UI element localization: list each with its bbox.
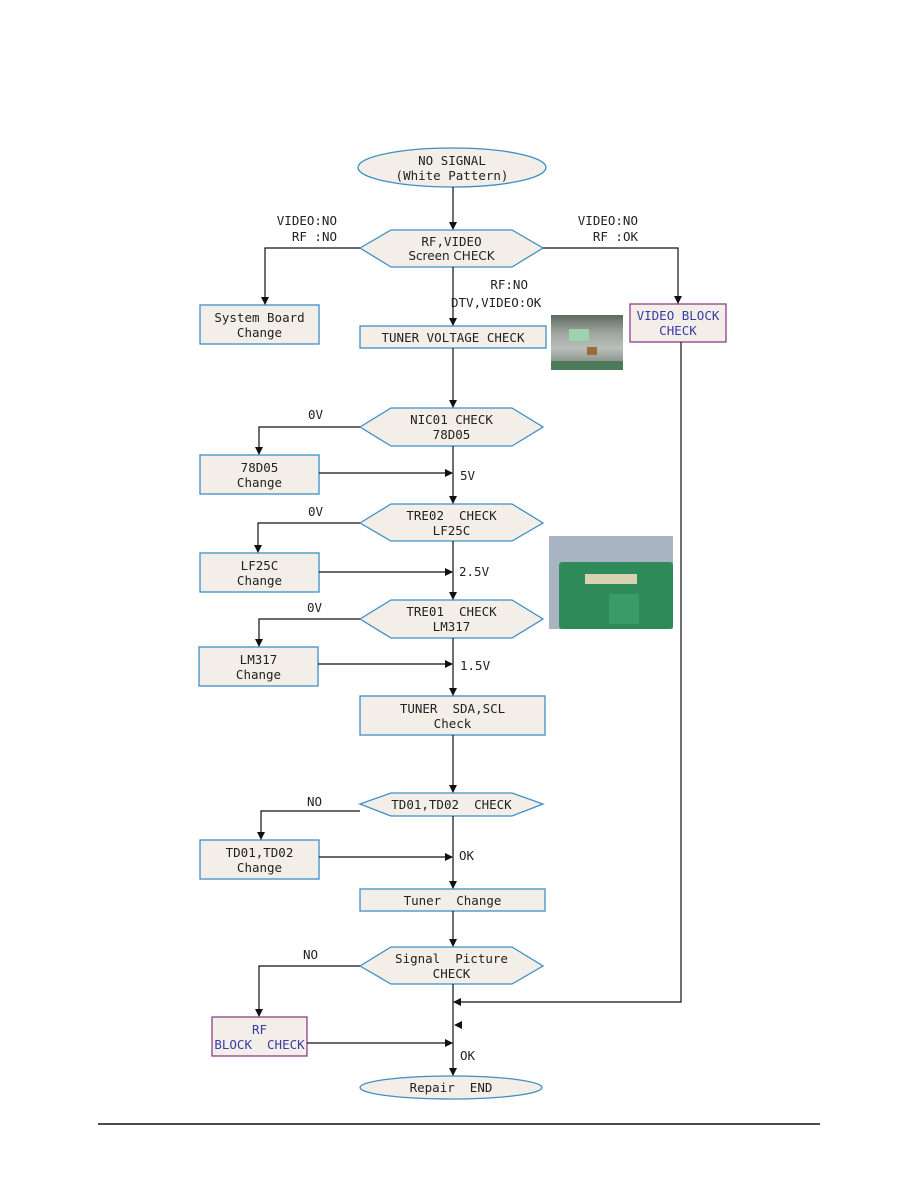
- tre02-line-2: LF25C: [432, 522, 471, 538]
- 78d05-change: 78D05 Change: [200, 455, 319, 494]
- tuner-sda-check: TUNER SDA,SCL Check: [360, 696, 545, 735]
- rf-block-line-1: RF: [251, 1021, 268, 1037]
- video-block-line-1: VIDEO BLOCK: [636, 308, 720, 323]
- label-signal-no: NO: [303, 947, 319, 962]
- td-change: TD01,TD02 Change: [200, 840, 319, 879]
- rf-block-line-2: BLOCK CHECK: [214, 1036, 305, 1052]
- label-down-dtv-ok: DTV,VIDEO:OK: [451, 295, 542, 310]
- label-tre02-0v: 0V: [308, 504, 324, 519]
- video-block-line-2: CHECK: [659, 323, 697, 338]
- start-line-2: (White Pattern): [395, 167, 509, 183]
- tre01-line-2: LM317: [432, 619, 471, 634]
- tre02-decision: TRE02 CHECK LF25C: [360, 504, 543, 541]
- label-tre01-0v: 0V: [307, 600, 323, 615]
- td-check-text: TD01,TD02 CHECK: [391, 797, 512, 812]
- td-change-line-2: Change: [236, 859, 283, 875]
- circuit-board-photo: [549, 536, 673, 629]
- edge-tre02-0v: [254, 522, 360, 553]
- rf-block-check: RF BLOCK CHECK: [212, 1017, 307, 1056]
- tre02-line-1: TRE02 CHECK: [406, 507, 497, 523]
- tuner-change: Tuner Change: [360, 889, 545, 911]
- tuner-voltage-check: TUNER VOLTAGE CHECK: [360, 326, 546, 348]
- lm317-line-1: LM317: [239, 651, 278, 667]
- screen-check-decision: RF,VIDEO Screen CHECK: [360, 230, 543, 267]
- edge-td-no: [257, 810, 360, 840]
- signal-picture-line-1: Signal Picture: [395, 950, 508, 966]
- label-down-rf-no: RF:NO: [490, 277, 528, 292]
- edge-screen-to-video-block: [543, 247, 682, 304]
- 78d05-line-1: 78D05: [240, 459, 279, 475]
- nic01-decision: NIC01 CHECK 78D05: [360, 408, 543, 446]
- tuner-sda-line-1: TUNER SDA,SCL: [399, 700, 506, 716]
- lm317-change: LM317 Change: [199, 647, 318, 686]
- start-line-1: NO SIGNAL: [418, 152, 486, 168]
- lf25c-change: LF25C Change: [200, 553, 319, 592]
- lm317-line-2: Change: [235, 666, 282, 682]
- start-terminal: NO SIGNAL (White Pattern): [358, 148, 546, 187]
- td-check-decision: TD01,TD02 CHECK: [360, 793, 543, 816]
- 78d05-line-2: Change: [236, 474, 283, 490]
- label-right-video-no: VIDEO:NO: [577, 213, 638, 228]
- edge-screen-to-system-board: [261, 247, 360, 305]
- label-td-ok: OK: [459, 848, 475, 863]
- label-right-rf-ok: RF :OK: [592, 229, 638, 244]
- td-change-line-1: TD01,TD02: [225, 844, 294, 860]
- tuner-change-text: Tuner Change: [403, 892, 502, 908]
- screen-check-line-1: RF,VIDEO: [421, 233, 482, 249]
- label-2-5v: 2.5V: [459, 564, 490, 579]
- label-left-video-no: VIDEO:NO: [276, 213, 337, 228]
- system-board-line-1: System Board: [214, 309, 305, 325]
- system-board-change: System Board Change: [200, 305, 319, 344]
- label-left-rf-no: RF :NO: [291, 229, 337, 244]
- label-td-no: NO: [307, 794, 323, 809]
- signal-picture-decision: Signal Picture CHECK: [360, 947, 543, 984]
- label-end-ok: OK: [460, 1048, 476, 1063]
- tuner-module-photo: [551, 315, 623, 370]
- video-block-check: VIDEO BLOCK CHECK: [630, 304, 726, 342]
- tuner-voltage-text: TUNER VOLTAGE CHECK: [381, 329, 525, 345]
- tre01-decision: TRE01 CHECK LM317: [360, 600, 543, 638]
- label-1-5v: 1.5V: [460, 658, 491, 673]
- repair-end-text: Repair END: [409, 1080, 493, 1095]
- system-board-line-2: Change: [236, 324, 283, 340]
- label-nic01-0v: 0V: [308, 407, 324, 422]
- tuner-sda-line-2: Check: [433, 715, 472, 731]
- lf25c-line-2: Change: [236, 572, 283, 588]
- nic01-line-2: 78D05: [432, 427, 471, 442]
- edge-tre01-0v: [255, 618, 360, 647]
- merge-arrowhead: [454, 1021, 462, 1029]
- nic01-line-1: NIC01 CHECK: [410, 412, 493, 427]
- edge-nic01-0v: [255, 426, 360, 455]
- screen-check-line-2: Screen CHECK: [408, 248, 495, 263]
- tre01-line-1: TRE01 CHECK: [406, 604, 497, 619]
- lf25c-line-1: LF25C: [240, 557, 279, 573]
- edge-signal-no: [255, 965, 360, 1017]
- signal-picture-line-2: CHECK: [432, 965, 471, 981]
- repair-end-terminal: Repair END: [360, 1076, 542, 1099]
- label-5v: 5V: [460, 468, 476, 483]
